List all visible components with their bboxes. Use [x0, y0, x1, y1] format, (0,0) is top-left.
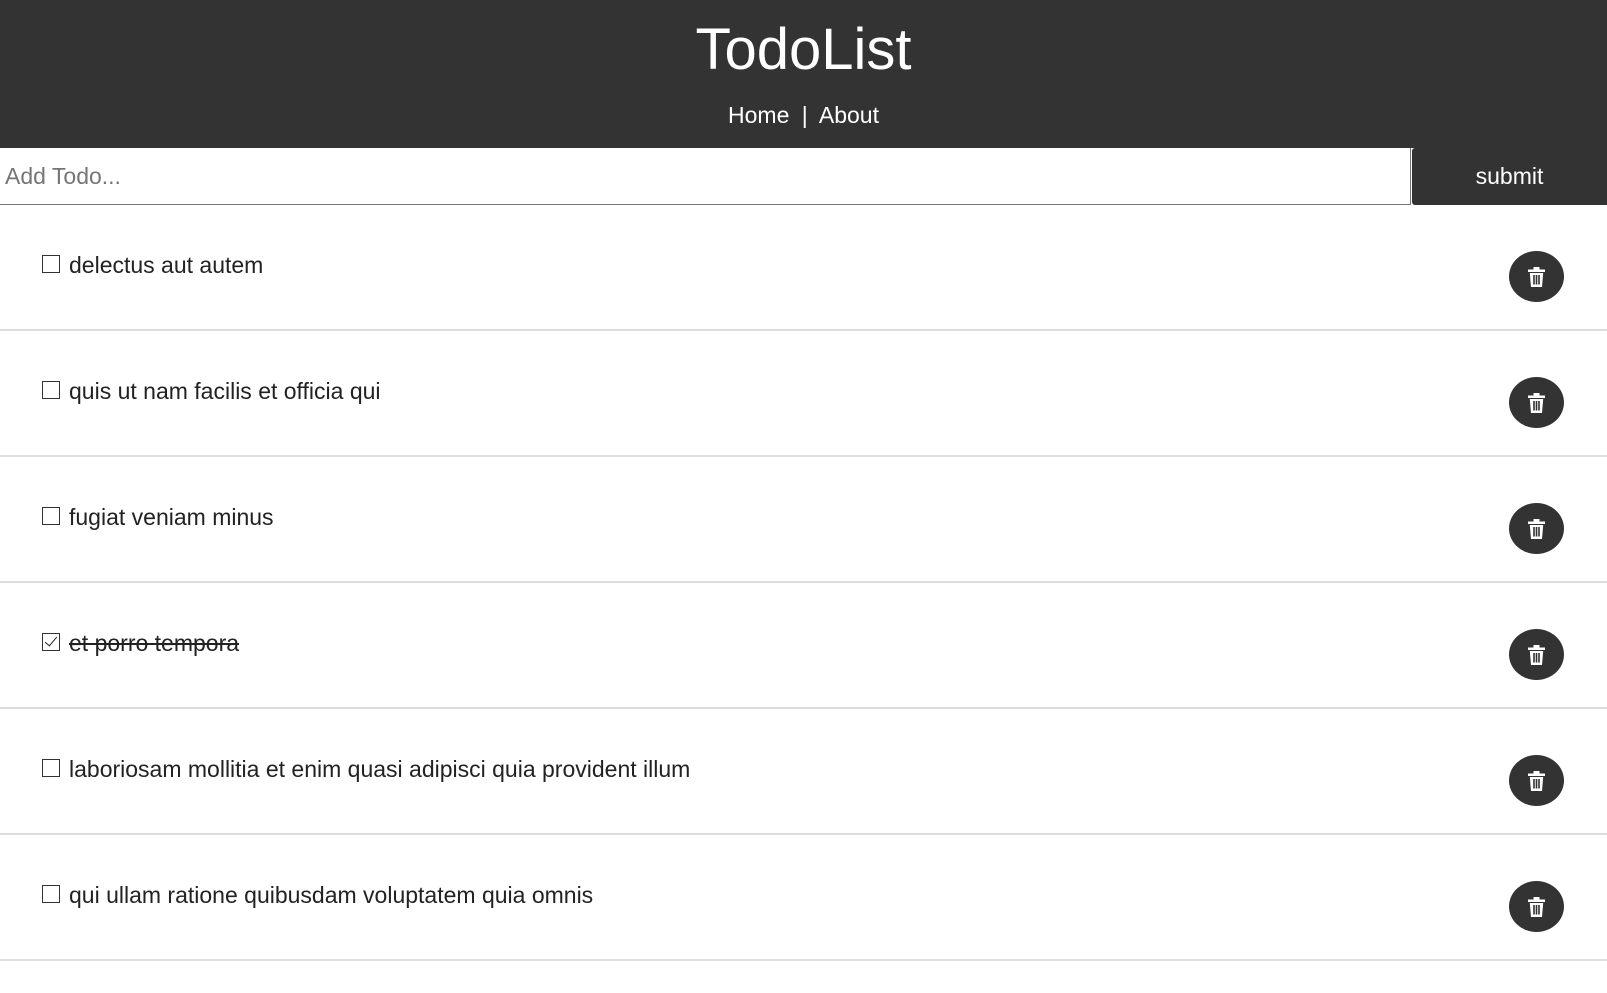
todo-title: qui ullam ratione quibusdam voluptatem q… [69, 882, 594, 908]
add-todo-form: submit [0, 148, 1607, 205]
todo-item: delectus aut autem [0, 205, 1607, 331]
delete-button[interactable] [1509, 251, 1564, 302]
todo-title: quis ut nam facilis et officia qui [69, 378, 381, 404]
todo-title: laboriosam mollitia et enim quasi adipis… [69, 756, 691, 782]
todo-checkbox[interactable] [42, 633, 60, 651]
todo-title: fugiat veniam minus [69, 504, 274, 530]
trash-icon [1528, 645, 1545, 665]
delete-button[interactable] [1509, 755, 1564, 806]
submit-button[interactable]: submit [1412, 148, 1607, 205]
todo-list: delectus aut autem quis ut nam facilis e… [0, 205, 1607, 961]
delete-button[interactable] [1509, 503, 1564, 554]
delete-button[interactable] [1509, 881, 1564, 932]
nav-link-about[interactable]: About [819, 102, 879, 128]
app-title: TodoList [695, 17, 912, 82]
app-header: TodoList Home | About [0, 0, 1607, 148]
todo-item: et porro tempora [0, 583, 1607, 709]
delete-button[interactable] [1509, 629, 1564, 680]
todo-checkbox[interactable] [42, 381, 60, 399]
trash-icon [1528, 897, 1545, 917]
todo-item: laboriosam mollitia et enim quasi adipis… [0, 709, 1607, 835]
todo-title: et porro tempora [69, 630, 240, 656]
todo-checkbox[interactable] [42, 885, 60, 903]
nav-bar: Home | About [0, 100, 1607, 130]
add-todo-input[interactable] [0, 148, 1411, 205]
todo-checkbox[interactable] [42, 255, 60, 273]
delete-button[interactable] [1509, 377, 1564, 428]
nav-link-home[interactable]: Home [728, 102, 789, 128]
todo-item: qui ullam ratione quibusdam voluptatem q… [0, 835, 1607, 961]
trash-icon [1528, 267, 1545, 287]
todo-item: fugiat veniam minus [0, 457, 1607, 583]
todo-checkbox[interactable] [42, 507, 60, 525]
todo-title: delectus aut autem [69, 252, 264, 278]
todo-checkbox[interactable] [42, 759, 60, 777]
trash-icon [1528, 519, 1545, 539]
trash-icon [1528, 771, 1545, 791]
nav-separator: | [801, 102, 808, 128]
trash-icon [1528, 393, 1545, 413]
todo-item: quis ut nam facilis et officia qui [0, 331, 1607, 457]
